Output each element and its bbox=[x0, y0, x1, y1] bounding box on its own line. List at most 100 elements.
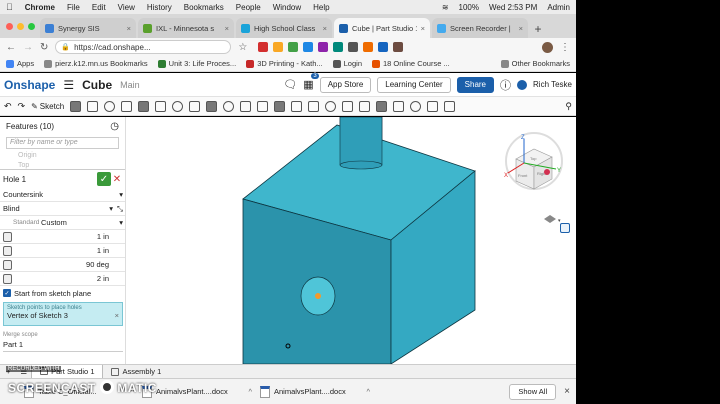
standard-select[interactable]: Standard Custom ▾ bbox=[0, 216, 125, 230]
battery-percent[interactable]: 100% bbox=[459, 3, 479, 12]
appearance-icon[interactable] bbox=[444, 100, 456, 112]
new-tab-button[interactable]: + bbox=[530, 20, 546, 38]
extension-icon[interactable] bbox=[318, 42, 329, 52]
user-menu[interactable]: Admin bbox=[547, 3, 570, 12]
chrome-menu-icon[interactable]: ⋮ bbox=[560, 42, 570, 53]
feature-item-origin[interactable]: Origin bbox=[0, 151, 125, 161]
bookmark-star-icon[interactable]: ☆ bbox=[238, 42, 247, 53]
graphics-viewport[interactable]: Z X Y Top Front Right ▾ bbox=[126, 117, 576, 364]
user-avatar[interactable] bbox=[517, 79, 528, 90]
menu-file[interactable]: File bbox=[67, 3, 80, 12]
download-item[interactable]: AnimalvsPlant....docx ^ bbox=[142, 385, 252, 398]
chevron-up-icon[interactable]: ^ bbox=[366, 387, 370, 396]
close-tab-icon[interactable]: × bbox=[421, 24, 425, 33]
search-tools-icon[interactable]: ⚲ bbox=[565, 101, 572, 112]
chamfer-icon[interactable] bbox=[172, 100, 184, 112]
accept-checkmark-icon[interactable]: ✓ bbox=[97, 172, 111, 186]
hole-diameter-field[interactable]: 1 in bbox=[0, 230, 125, 244]
flip-direction-icon[interactable]: ⤡ bbox=[117, 204, 123, 214]
close-downloads-icon[interactable]: × bbox=[564, 386, 570, 397]
start-from-sketch-plane-checkbox[interactable]: ✓ Start from sketch plane bbox=[0, 286, 125, 300]
plane-icon[interactable] bbox=[359, 100, 371, 112]
rendering-mode-icon[interactable] bbox=[560, 223, 570, 233]
remove-selection-icon[interactable]: × bbox=[115, 311, 119, 320]
tab-high-school[interactable]: High School Class × bbox=[236, 18, 332, 38]
hole-center-point[interactable] bbox=[315, 293, 321, 299]
merge-scope[interactable]: Merge scope Part 1 bbox=[0, 328, 125, 356]
extension-icon[interactable] bbox=[333, 42, 344, 52]
share-button[interactable]: Share bbox=[456, 76, 495, 93]
user-name[interactable]: Rich Teske bbox=[533, 80, 572, 89]
extension-icon[interactable] bbox=[378, 42, 389, 52]
bookmark-unit3[interactable]: Unit 3: Life Proces... bbox=[157, 59, 236, 68]
close-tab-icon[interactable]: × bbox=[127, 24, 131, 33]
close-tab-icon[interactable]: × bbox=[519, 24, 523, 33]
profile-avatar[interactable] bbox=[542, 41, 553, 53]
maximize-window-icon[interactable] bbox=[28, 23, 35, 30]
bookmark-3d-printing[interactable]: 3D Printing - Kath... bbox=[246, 59, 323, 68]
hole-depth-field[interactable]: 2 in bbox=[0, 272, 125, 286]
menu-history[interactable]: History bbox=[147, 3, 172, 12]
extension-icon[interactable] bbox=[288, 42, 299, 52]
view-cube[interactable]: Z X Y Top Front Right ▾ bbox=[504, 131, 566, 224]
loft-icon[interactable] bbox=[121, 100, 133, 112]
extension-icon[interactable] bbox=[273, 42, 284, 52]
rollback-history-icon[interactable]: ◷ bbox=[110, 121, 119, 132]
hamburger-menu-icon[interactable]: ☰ bbox=[63, 78, 74, 92]
tab-screen-recorder[interactable]: Screen Recorder | × bbox=[432, 18, 528, 38]
back-icon[interactable]: ← bbox=[6, 42, 16, 53]
extension-icon[interactable] bbox=[393, 42, 404, 52]
chevron-up-icon[interactable]: ^ bbox=[248, 387, 252, 396]
workspace-name[interactable]: Main bbox=[120, 80, 140, 90]
hole-style-select[interactable]: Countersink ▾ bbox=[0, 188, 125, 202]
undo-icon[interactable]: ↶ bbox=[4, 101, 12, 112]
circular-pattern-icon[interactable] bbox=[257, 100, 269, 112]
countersink-angle-field[interactable]: 90 deg bbox=[0, 258, 125, 272]
bookmark-other[interactable]: Other Bookmarks bbox=[500, 59, 570, 68]
learning-center-button[interactable]: Learning Center bbox=[377, 76, 451, 93]
close-window-icon[interactable] bbox=[6, 23, 13, 30]
section-view-icon[interactable] bbox=[427, 100, 439, 112]
view-cube-graphic[interactable]: Z X Y Top Front Right ▾ bbox=[504, 131, 566, 224]
menu-view[interactable]: View bbox=[118, 3, 135, 12]
help-icon[interactable]: ⓘ bbox=[500, 77, 511, 93]
menu-people[interactable]: People bbox=[236, 3, 261, 12]
sketch-button[interactable]: ✎ Sketch bbox=[31, 102, 64, 111]
tab-synergy[interactable]: Synergy SIS × bbox=[40, 18, 136, 38]
sketch-points-selection[interactable]: Sketch points to place holes Vertex of S… bbox=[3, 302, 123, 326]
onshape-logo[interactable]: Onshape bbox=[4, 78, 55, 92]
wifi-icon[interactable]: ≋ bbox=[442, 3, 449, 12]
sweep-icon[interactable] bbox=[104, 100, 116, 112]
measure-icon[interactable] bbox=[410, 100, 422, 112]
extension-icon[interactable] bbox=[363, 42, 374, 52]
menu-edit[interactable]: Edit bbox=[92, 3, 106, 12]
redo-icon[interactable]: ↷ bbox=[18, 101, 26, 112]
reload-icon[interactable]: ↻ bbox=[40, 42, 48, 53]
linear-pattern-icon[interactable] bbox=[240, 100, 252, 112]
boolean-icon[interactable] bbox=[291, 100, 303, 112]
termination-select[interactable]: Blind ▾ ⤡ bbox=[0, 202, 125, 216]
download-item[interactable]: AnimalvsPlant....docx ^ bbox=[260, 385, 370, 398]
feature-filter-input[interactable]: Filter by name or type bbox=[6, 137, 119, 149]
menu-chrome[interactable]: Chrome bbox=[25, 3, 55, 12]
menu-help[interactable]: Help bbox=[313, 3, 329, 12]
comment-icon[interactable]: 🗨 bbox=[283, 78, 297, 91]
hole-icon[interactable] bbox=[223, 100, 235, 112]
revolve-icon[interactable] bbox=[87, 100, 99, 112]
close-tab-icon[interactable]: × bbox=[323, 24, 327, 33]
extension-icon[interactable] bbox=[303, 42, 314, 52]
shell-icon[interactable] bbox=[206, 100, 218, 112]
sheet-metal-icon[interactable] bbox=[393, 100, 405, 112]
extension-icon[interactable] bbox=[348, 42, 359, 52]
minimize-window-icon[interactable] bbox=[17, 23, 24, 30]
mate-connector-icon[interactable] bbox=[376, 100, 388, 112]
mirror-icon[interactable] bbox=[274, 100, 286, 112]
bookmark-apps[interactable]: Apps bbox=[6, 59, 34, 68]
clock[interactable]: Wed 2:53 PM bbox=[489, 3, 537, 12]
tab-cube-part-studio[interactable]: Cube | Part Studio 1 × bbox=[334, 18, 430, 38]
menu-bookmarks[interactable]: Bookmarks bbox=[184, 3, 224, 12]
view-cube-dropdown-icon[interactable] bbox=[544, 215, 556, 223]
split-icon[interactable] bbox=[308, 100, 320, 112]
close-tab-icon[interactable]: × bbox=[225, 24, 229, 33]
fillet-icon[interactable] bbox=[155, 100, 167, 112]
